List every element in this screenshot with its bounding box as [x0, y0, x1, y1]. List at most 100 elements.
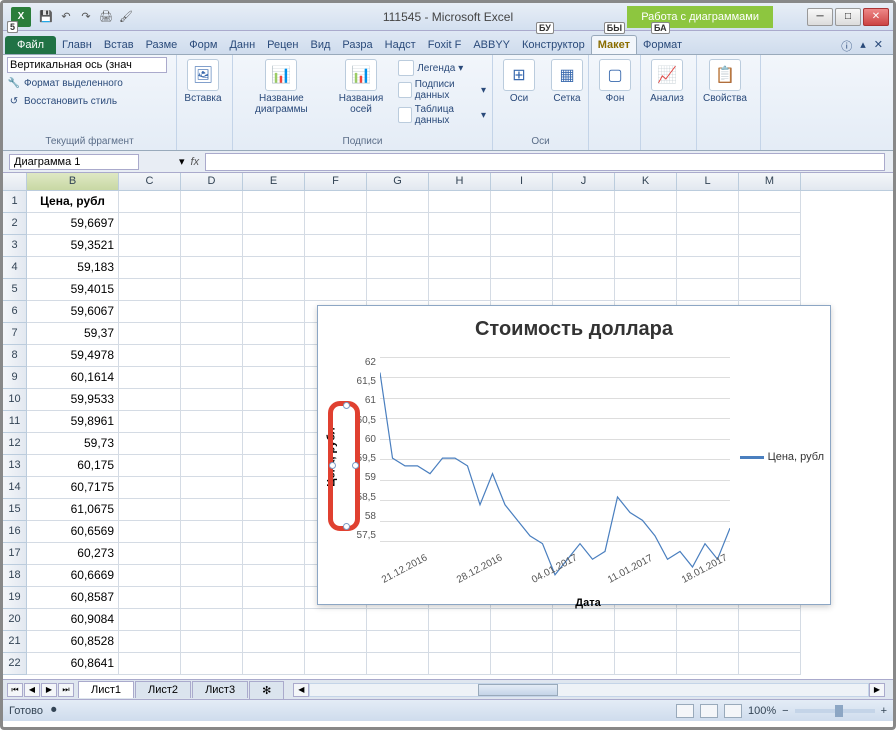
sheet-tab-2[interactable]: Лист2: [135, 681, 191, 698]
col-header-K[interactable]: K: [615, 173, 677, 190]
new-sheet-button[interactable]: ✻: [249, 681, 284, 699]
select-all-corner[interactable]: [3, 173, 27, 190]
data-table-button[interactable]: Таблица данных ▾: [396, 103, 488, 127]
doc-close-icon[interactable]: ✕: [874, 38, 883, 54]
sheet-nav-prev[interactable]: ◀: [24, 683, 40, 697]
axes-icon: ⊞: [503, 59, 535, 91]
sheet-nav-last[interactable]: ⏭: [58, 683, 74, 697]
chart-title[interactable]: Стоимость доллара: [318, 306, 830, 347]
sheet-tab-3[interactable]: Лист3: [192, 681, 248, 698]
tab-format[interactable]: ФорматБА: [637, 36, 688, 54]
sheet-tab-1[interactable]: Лист1: [78, 681, 134, 698]
tab-pagelayout[interactable]: Разме: [140, 36, 184, 54]
zoom-out-button[interactable]: −: [782, 705, 788, 717]
qat-redo-icon[interactable]: ↷3: [77, 8, 95, 26]
fx-icon[interactable]: fx: [185, 156, 206, 168]
legend-button[interactable]: Легенда ▾: [396, 59, 488, 77]
tab-insert[interactable]: Встав: [98, 36, 140, 54]
table-row[interactable]: 259,6697: [3, 213, 893, 235]
table-row[interactable]: 459,183: [3, 257, 893, 279]
col-header-G[interactable]: G: [367, 173, 429, 190]
zoom-in-button[interactable]: +: [881, 705, 887, 717]
reset-style-button[interactable]: ↺Восстановить стиль: [7, 93, 117, 109]
view-pagelayout-button[interactable]: [700, 704, 718, 718]
col-header-J[interactable]: J: [553, 173, 615, 190]
window-title: 111545 - Microsoft Excel: [383, 10, 513, 24]
analysis-button[interactable]: 📈Анализ: [645, 57, 689, 106]
chart-title-button[interactable]: 📊Название диаграммы: [237, 57, 326, 117]
chart-element-selector[interactable]: Вертикальная ось (знач: [7, 57, 167, 73]
format-selection-button[interactable]: 🔧Формат выделенного: [7, 75, 123, 91]
qat-btn4-icon[interactable]: 🖨4: [97, 8, 115, 26]
minimize-button[interactable]: ─: [807, 8, 833, 26]
tab-abbyy[interactable]: ABBYY: [467, 36, 516, 54]
name-box[interactable]: Диаграмма 1: [9, 154, 139, 170]
chart-title-icon: 📊: [265, 59, 297, 91]
qat-save-icon[interactable]: 💾1: [37, 8, 55, 26]
legend-icon: [398, 60, 414, 76]
plot-area[interactable]: 6261,56160,56059,55958,55857,5 21.12.201…: [346, 347, 830, 567]
col-header-M[interactable]: M: [739, 173, 801, 190]
background-button[interactable]: ▢Фон: [593, 57, 637, 106]
table-row[interactable]: 359,3521: [3, 235, 893, 257]
qat-undo-icon[interactable]: ↶2: [57, 8, 75, 26]
qat-btn5-icon[interactable]: 🖌5: [117, 8, 135, 26]
gridlines-button[interactable]: ▦Сетка: [545, 57, 589, 106]
ribbon: Вертикальная ось (знач 🔧Формат выделенно…: [3, 55, 893, 151]
insert-button[interactable]: 🖼Вставка: [181, 57, 225, 106]
tab-home[interactable]: Главн: [56, 36, 98, 54]
view-pagebreak-button[interactable]: [724, 704, 742, 718]
maximize-button[interactable]: □: [835, 8, 861, 26]
tab-view[interactable]: Вид: [305, 36, 337, 54]
view-normal-button[interactable]: [676, 704, 694, 718]
legend-line-icon: [740, 456, 764, 459]
col-header-I[interactable]: I: [491, 173, 553, 190]
ribbon-tabs: Файл Главн Встав Разме Форм Данн Рецен В…: [3, 31, 893, 55]
col-header-C[interactable]: C: [119, 173, 181, 190]
insert-icon: 🖼: [187, 59, 219, 91]
x-axis-title[interactable]: Дата: [575, 597, 600, 609]
tab-review[interactable]: Рецен: [261, 36, 304, 54]
col-header-B[interactable]: B: [27, 173, 119, 190]
col-header-H[interactable]: H: [429, 173, 491, 190]
tab-data[interactable]: Данн: [223, 36, 261, 54]
chart-legend[interactable]: Цена, рубл: [740, 451, 824, 463]
y-axis-ticks: 6261,56160,56059,55958,55857,5: [346, 357, 376, 541]
formula-bar: Диаграмма 1 ▾ fx: [3, 151, 893, 173]
tab-addins[interactable]: Надст: [379, 36, 422, 54]
tab-developer[interactable]: Разра: [336, 36, 378, 54]
zoom-slider[interactable]: [795, 709, 875, 713]
properties-icon: 📋: [709, 59, 741, 91]
horizontal-scrollbar[interactable]: ◀▶: [293, 683, 885, 697]
tab-file[interactable]: Файл: [5, 36, 56, 54]
formula-input[interactable]: [205, 153, 885, 171]
data-labels-icon: [398, 82, 411, 98]
close-button[interactable]: ✕: [863, 8, 889, 26]
tab-design[interactable]: КонструкторБУ: [516, 36, 591, 54]
group-label-current-selection: Текущий фрагмент: [7, 135, 172, 148]
col-header-E[interactable]: E: [243, 173, 305, 190]
data-labels-button[interactable]: Подписи данных ▾: [396, 78, 488, 102]
sheet-nav-next[interactable]: ▶: [41, 683, 57, 697]
col-header-F[interactable]: F: [305, 173, 367, 190]
tab-foxit[interactable]: Foxit F: [422, 36, 468, 54]
sheet-nav-first[interactable]: ⏮: [7, 683, 23, 697]
help-icon[interactable]: ⓘ: [841, 38, 852, 54]
tab-layout[interactable]: МакетБЫ: [591, 35, 637, 54]
col-header-D[interactable]: D: [181, 173, 243, 190]
quick-access-toolbar: X 💾1 ↶2 ↷3 🖨4 🖌5: [3, 7, 139, 27]
y-axis-title[interactable]: Цена, рубл: [318, 347, 346, 567]
minimize-ribbon-icon[interactable]: ▴: [860, 38, 866, 54]
sheet-tab-bar: ⏮ ◀ ▶ ⏭ Лист1 Лист2 Лист3 ✻ ◀▶: [3, 679, 893, 699]
macro-record-icon[interactable]: ⏺: [51, 704, 57, 717]
tab-formulas[interactable]: Форм: [183, 36, 223, 54]
col-header-L[interactable]: L: [677, 173, 739, 190]
chart-object[interactable]: Стоимость доллара Цена, рубл 6261,56160,…: [317, 305, 831, 605]
properties-button[interactable]: 📋Свойства: [701, 57, 749, 106]
worksheet-grid[interactable]: B C D E F G H I J K L M 1Цена, рубл259,6…: [3, 173, 893, 679]
table-row[interactable]: 559,4015: [3, 279, 893, 301]
axis-titles-button[interactable]: 📊Названия осей: [330, 57, 392, 117]
axes-button[interactable]: ⊞Оси: [497, 57, 541, 106]
chart-line: [380, 357, 730, 679]
zoom-level[interactable]: 100%: [748, 705, 776, 717]
